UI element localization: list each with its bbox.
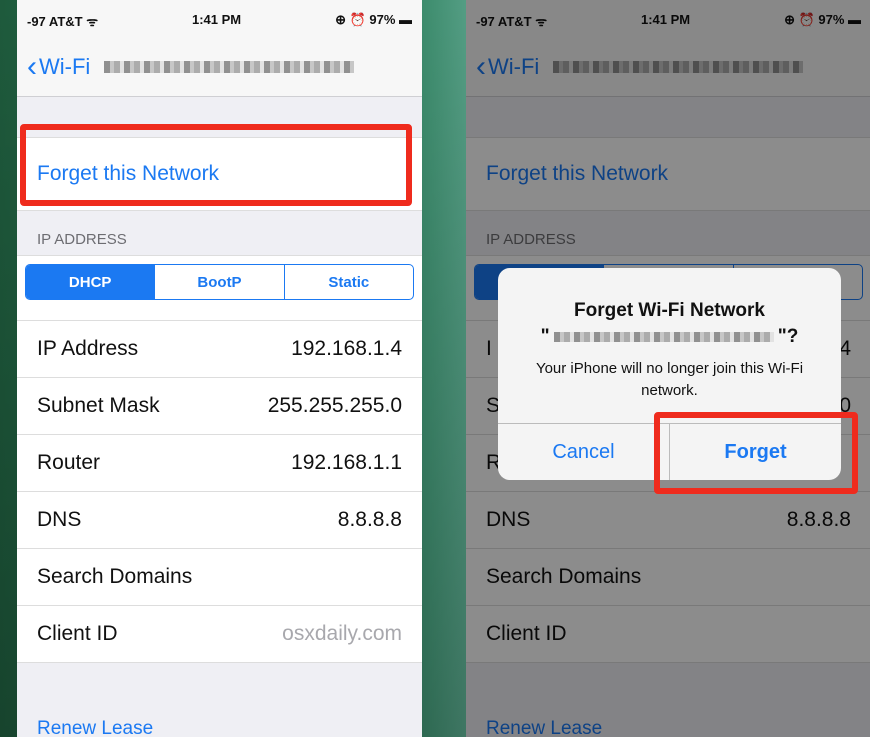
status-bar: -97 AT&T ᯤ 1:41 PM ⊕ ⏰ 97% ▬ bbox=[17, 0, 422, 44]
row-dns[interactable]: DNS 8.8.8.8 bbox=[17, 492, 422, 549]
highlight-forget-button bbox=[654, 412, 858, 494]
row-label: Client ID bbox=[37, 622, 118, 645]
row-search-domains[interactable]: Search Domains bbox=[17, 549, 422, 606]
chevron-left-icon: ‹ bbox=[27, 50, 37, 83]
row-ip-address: IP Address 192.168.1.4 bbox=[17, 321, 422, 378]
segment-static[interactable]: Static bbox=[285, 265, 413, 299]
clock: 1:41 PM bbox=[192, 12, 242, 27]
ip-mode-segmented-control: DHCP BootP Static bbox=[25, 264, 414, 300]
row-client-id[interactable]: Client ID osxdaily.com bbox=[17, 606, 422, 663]
nav-bar: ‹ Wi-Fi bbox=[17, 44, 422, 97]
alert-title: Forget Wi-Fi Network bbox=[574, 300, 765, 321]
row-value: osxdaily.com bbox=[282, 622, 402, 645]
segment-dhcp[interactable]: DHCP bbox=[26, 265, 156, 299]
row-value: 255.255.255.0 bbox=[267, 394, 402, 417]
right-phone-screen: -97 AT&T ᯤ 1:41 PM ⊕ ⏰ 97% ▬ ‹ Wi-Fi For… bbox=[466, 0, 870, 737]
left-phone-screen: -97 AT&T ᯤ 1:41 PM ⊕ ⏰ 97% ▬ ‹ Wi-Fi For… bbox=[17, 0, 422, 737]
network-name-blurred bbox=[553, 331, 774, 342]
segment-bootp[interactable]: BootP bbox=[155, 265, 285, 299]
row-subnet-mask: Subnet Mask 255.255.255.0 bbox=[17, 378, 422, 435]
row-value: 8.8.8.8 bbox=[337, 508, 402, 531]
section-header-ip: IP ADDRESS bbox=[17, 211, 422, 255]
alert-message: Your iPhone will no longer join this Wi-… bbox=[535, 360, 804, 399]
row-label: Subnet Mask bbox=[37, 394, 160, 417]
network-name-blurred bbox=[104, 61, 355, 73]
renew-lease-button[interactable]: Renew Lease bbox=[37, 718, 153, 737]
row-router: Router 192.168.1.1 bbox=[17, 435, 422, 492]
carrier-signal: -97 AT&T ᯤ bbox=[27, 14, 99, 29]
row-label: DNS bbox=[37, 508, 82, 531]
back-label: Wi-Fi bbox=[39, 54, 91, 79]
row-value: 192.168.1.4 bbox=[291, 337, 402, 360]
row-label: Search Domains bbox=[37, 565, 193, 588]
row-label: IP Address bbox=[37, 337, 139, 360]
quote-open: " bbox=[540, 326, 550, 347]
ip-mode-container: DHCP BootP Static bbox=[17, 255, 422, 321]
back-button[interactable]: ‹ Wi-Fi bbox=[27, 50, 355, 83]
alert-network-name: " "? bbox=[498, 326, 841, 348]
quote-close: "? bbox=[777, 326, 799, 347]
battery-status: ⊕ ⏰ 97% ▬ bbox=[335, 12, 412, 27]
section-header-label: IP ADDRESS bbox=[37, 231, 127, 248]
highlight-forget-network bbox=[20, 124, 412, 206]
cancel-button[interactable]: Cancel bbox=[498, 424, 670, 480]
row-value: 192.168.1.1 bbox=[291, 451, 402, 474]
row-label: Router bbox=[37, 451, 101, 474]
